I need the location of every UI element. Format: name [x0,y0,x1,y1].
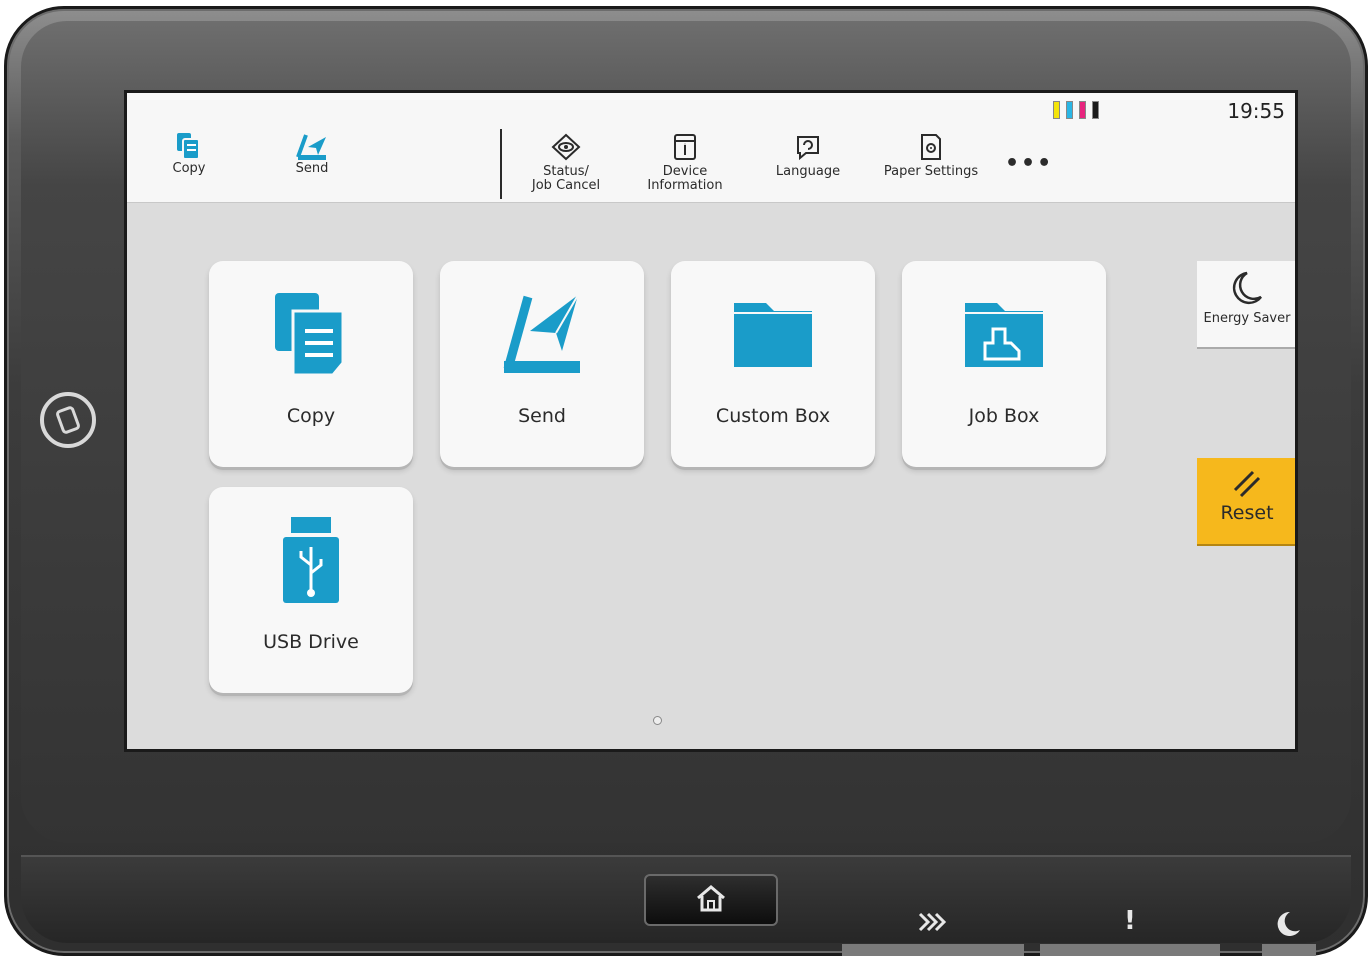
quick-access-divider [500,129,502,199]
toner-level-indicator [1053,101,1099,119]
moon-icon [1197,261,1295,305]
toner-black [1092,101,1099,119]
page-indicator [653,716,662,725]
moon-icon [1276,910,1302,943]
app-label-job-box: Job Box [968,405,1040,427]
touch-screen: Copy Send Status/ Job Cancel Device Info… [124,90,1298,752]
reset-icon [1197,458,1295,498]
home-icon [695,884,727,916]
app-tile-custom-box[interactable]: Custom Box [671,261,875,467]
language-button[interactable]: Language [763,131,853,179]
eye-icon [521,131,611,161]
app-tile-usb-drive[interactable]: USB Drive [209,487,413,693]
app-label-send: Send [518,405,566,427]
status-job-cancel-button[interactable]: Status/ Job Cancel [521,131,611,193]
device-information-button[interactable]: Device Information [639,131,731,193]
paper-settings-button[interactable]: Paper Settings [871,131,991,179]
status-label-line2: Job Cancel [531,178,601,193]
bottom-edge-segment [842,944,1024,956]
info-icon [639,131,731,161]
toner-yellow [1053,101,1060,119]
job-box-icon [902,289,1106,379]
bottom-edge-segment [1040,944,1220,956]
clock: 19:55 [1227,99,1285,123]
send-icon [440,289,644,379]
quick-copy-label: Copy [172,161,206,176]
attention-indicator: ! [1124,906,1136,936]
quick-send-label: Send [295,161,329,176]
quick-send-button[interactable]: Send [267,127,357,176]
device-info-label-line2: Information [647,178,723,193]
copy-icon [144,127,234,161]
reset-button[interactable]: Reset [1197,458,1295,544]
processing-icon [918,910,948,941]
language-label: Language [775,164,841,179]
language-icon [763,131,853,161]
app-tile-job-box[interactable]: Job Box [902,261,1106,467]
energy-saver-label: Energy Saver [1203,311,1291,326]
more-menu-button[interactable]: ••• [1005,151,1053,176]
device-info-label-line1: Device [662,164,708,179]
app-label-copy: Copy [286,405,336,427]
nfc-reader-icon [40,392,96,448]
folder-icon [671,289,875,379]
paper-settings-label: Paper Settings [883,164,979,179]
app-tile-send[interactable]: Send [440,261,644,467]
quick-copy-button[interactable]: Copy [144,127,234,176]
app-label-usb-drive: USB Drive [263,631,359,653]
app-tile-copy[interactable]: Copy [209,261,413,467]
toner-cyan [1066,101,1073,119]
usb-icon [209,515,413,605]
send-icon [267,127,357,161]
paper-settings-icon [871,131,991,161]
status-label-line1: Status/ [543,164,589,179]
toner-magenta [1079,101,1086,119]
copy-icon [209,289,413,379]
top-bar: Copy Send Status/ Job Cancel Device Info… [127,93,1295,203]
home-button[interactable] [644,874,778,926]
home-screen: Copy Send Status/ Job Cancel Device Info… [127,93,1295,749]
reset-label: Reset [1220,502,1274,524]
app-label-custom-box: Custom Box [715,405,831,427]
bottom-edge-segment [1262,944,1316,956]
energy-saver-button[interactable]: Energy Saver [1197,261,1295,347]
